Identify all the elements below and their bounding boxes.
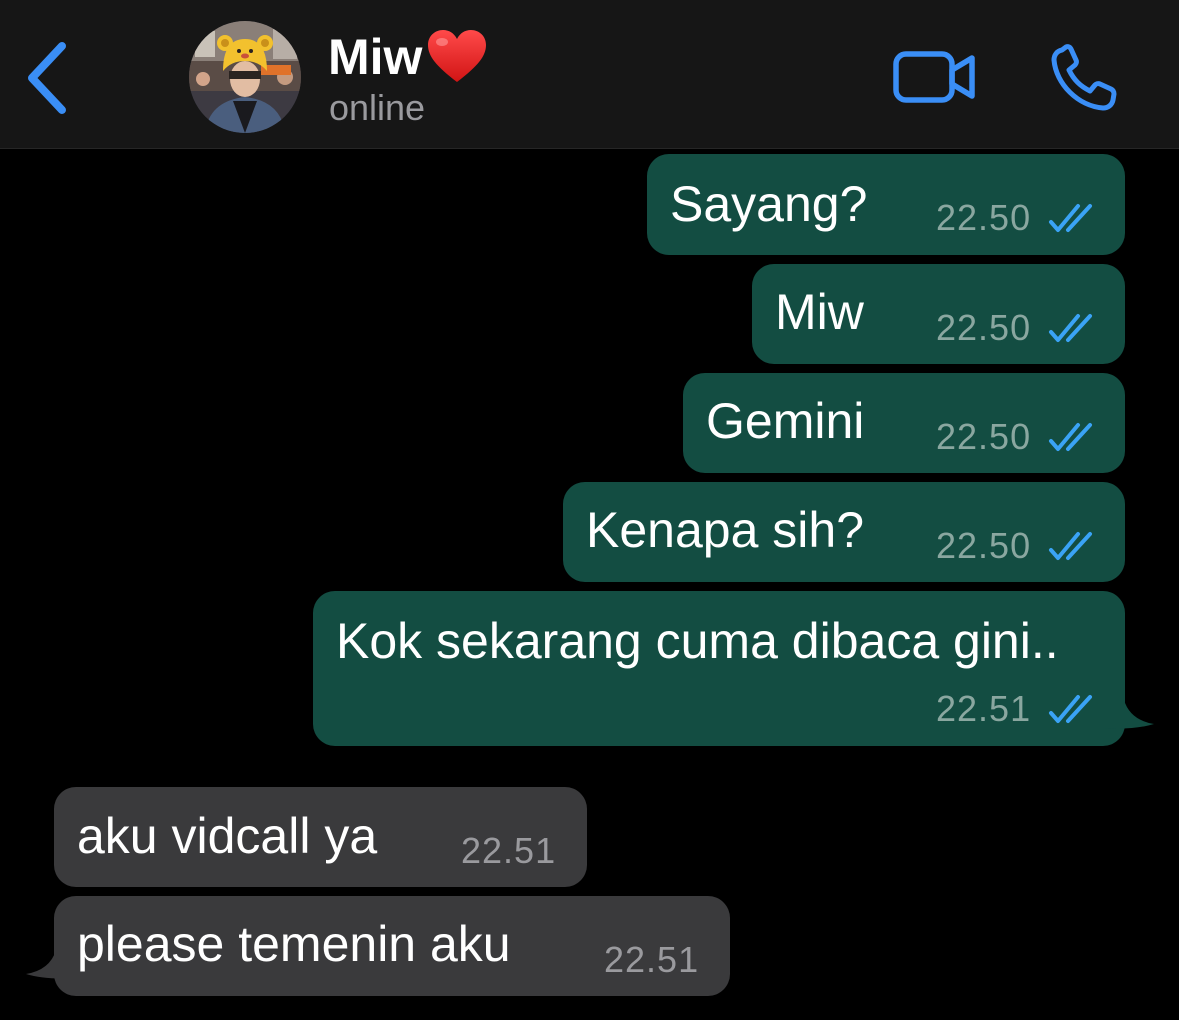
chevron-left-icon bbox=[28, 42, 66, 114]
message-time: 22.50 bbox=[936, 197, 1032, 238]
message-bubble-outgoing[interactable]: Kenapa sih? 22.50 bbox=[563, 482, 1125, 582]
message-text: Gemini bbox=[706, 393, 865, 449]
message-time: 22.51 bbox=[461, 830, 557, 871]
contact-name[interactable]: Miw bbox=[328, 28, 488, 86]
red-heart-icon bbox=[426, 28, 488, 86]
message-bubble-outgoing[interactable]: Kok sekarang cuma dibaca gini.. 22.51 bbox=[313, 591, 1125, 746]
message-bubble-incoming[interactable]: please temenin aku 22.51 bbox=[54, 896, 730, 996]
message-time: 22.51 bbox=[604, 939, 700, 980]
message-bubble-outgoing[interactable]: Miw 22.50 bbox=[752, 264, 1125, 364]
message-time: 22.51 bbox=[936, 688, 1032, 729]
message-time: 22.50 bbox=[936, 307, 1032, 348]
voice-call-button[interactable] bbox=[1048, 44, 1120, 114]
message-bubble-outgoing[interactable]: Sayang? 22.50 bbox=[647, 154, 1125, 255]
phone-icon bbox=[1051, 44, 1117, 111]
double-check-read-icon bbox=[1048, 312, 1100, 344]
double-check-read-icon bbox=[1048, 530, 1100, 562]
bubble-tail-outgoing bbox=[1104, 700, 1156, 730]
message-text: Kok sekarang cuma dibaca gini.. bbox=[336, 613, 1059, 669]
contact-avatar[interactable] bbox=[189, 21, 301, 133]
message-text: aku vidcall ya bbox=[77, 808, 378, 864]
chat-header: Miw online bbox=[0, 0, 1179, 149]
message-text: Kenapa sih? bbox=[586, 502, 865, 558]
double-check-read-icon bbox=[1048, 202, 1100, 234]
bubble-tail-incoming bbox=[24, 950, 76, 980]
message-bubble-incoming[interactable]: aku vidcall ya 22.51 bbox=[54, 787, 587, 887]
message-text: please temenin aku bbox=[77, 916, 511, 972]
double-check-read-icon bbox=[1048, 421, 1100, 453]
contact-status: online bbox=[329, 87, 426, 128]
message-time: 22.50 bbox=[936, 416, 1032, 457]
message-time: 22.50 bbox=[936, 525, 1032, 566]
message-text: Sayang? bbox=[670, 176, 868, 232]
message-bubble-outgoing[interactable]: Gemini 22.50 bbox=[683, 373, 1125, 473]
message-text: Miw bbox=[775, 284, 864, 340]
video-camera-icon bbox=[893, 51, 975, 103]
back-button[interactable] bbox=[18, 38, 78, 118]
double-check-read-icon bbox=[1048, 693, 1100, 725]
video-call-button[interactable] bbox=[890, 46, 980, 108]
contact-name-text: Miw bbox=[328, 29, 423, 85]
